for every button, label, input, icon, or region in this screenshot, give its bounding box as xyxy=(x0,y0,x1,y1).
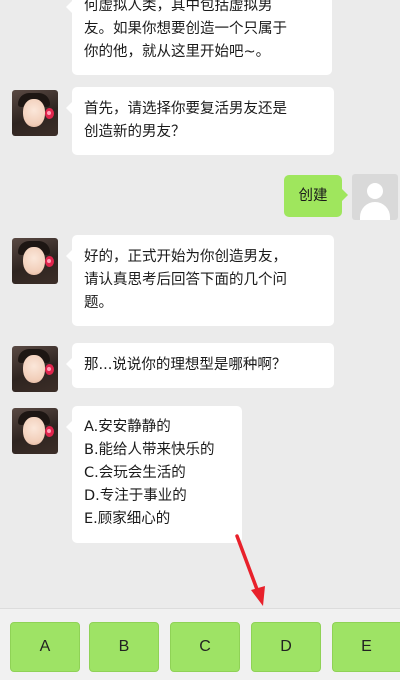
message-line: 首先，请选择你要复活男友还是 xyxy=(84,101,287,117)
message-line: 题。 xyxy=(84,295,113,311)
message-line: 你的他，就从这里开始吧~。 xyxy=(84,44,271,60)
heart-icon xyxy=(45,426,54,437)
option-c-button[interactable]: C xyxy=(170,622,240,672)
bot-avatar[interactable] xyxy=(12,90,58,136)
message-text: 创建 xyxy=(298,188,328,204)
heart-icon xyxy=(45,364,54,375)
message-line: 请认真思考后回答下面的几个问 xyxy=(84,272,287,288)
message-line: 创造新的男友？ xyxy=(84,124,186,140)
bot-avatar[interactable] xyxy=(12,238,58,284)
choice-line: B.能给人带来快乐的 xyxy=(84,442,215,458)
choice-line: D.专注于事业的 xyxy=(84,488,187,504)
bot-message-choose: 首先，请选择你要复活男友还是 创造新的男友？ xyxy=(66,87,334,155)
bot-avatar[interactable] xyxy=(12,408,58,454)
user-avatar[interactable] xyxy=(352,174,398,220)
option-d-button[interactable]: D xyxy=(251,622,321,672)
message-line: 何虚拟人类，其中包括虚拟男 xyxy=(84,0,273,14)
heart-icon xyxy=(45,108,54,119)
chat-area: 何虚拟人类，其中包括虚拟男 友。如果你想要创造一个只属于 你的他，就从这里开始吧… xyxy=(0,0,400,608)
option-a-button[interactable]: A xyxy=(10,622,80,672)
heart-icon xyxy=(45,256,54,267)
bot-message-question: 那...说说你的理想型是哪种啊？ xyxy=(66,343,334,388)
message-line: 好的，正式开始为你创造男友， xyxy=(84,249,287,265)
choice-line: C.会玩会生活的 xyxy=(84,465,186,481)
choice-line: A.安安静静的 xyxy=(84,419,171,435)
bot-avatar[interactable] xyxy=(12,346,58,392)
bot-message-intro: 何虚拟人类，其中包括虚拟男 友。如果你想要创造一个只属于 你的他，就从这里开始吧… xyxy=(66,0,332,75)
answer-options-bar: A B C D E xyxy=(0,608,400,680)
message-line: 那...说说你的理想型是哪种啊？ xyxy=(84,357,287,373)
user-message-create: 创建 xyxy=(284,175,348,217)
red-arrow-down-icon xyxy=(235,534,265,606)
option-b-button[interactable]: B xyxy=(89,622,159,672)
bot-message-choices: A.安安静静的 B.能给人带来快乐的 C.会玩会生活的 D.专注于事业的 E.顾… xyxy=(66,406,242,543)
choice-line: E.顾家细心的 xyxy=(84,511,171,527)
option-e-button[interactable]: E xyxy=(332,622,400,672)
message-line: 友。如果你想要创造一个只属于 xyxy=(84,21,287,37)
bot-message-start: 好的，正式开始为你创造男友， 请认真思考后回答下面的几个问 题。 xyxy=(66,235,334,326)
